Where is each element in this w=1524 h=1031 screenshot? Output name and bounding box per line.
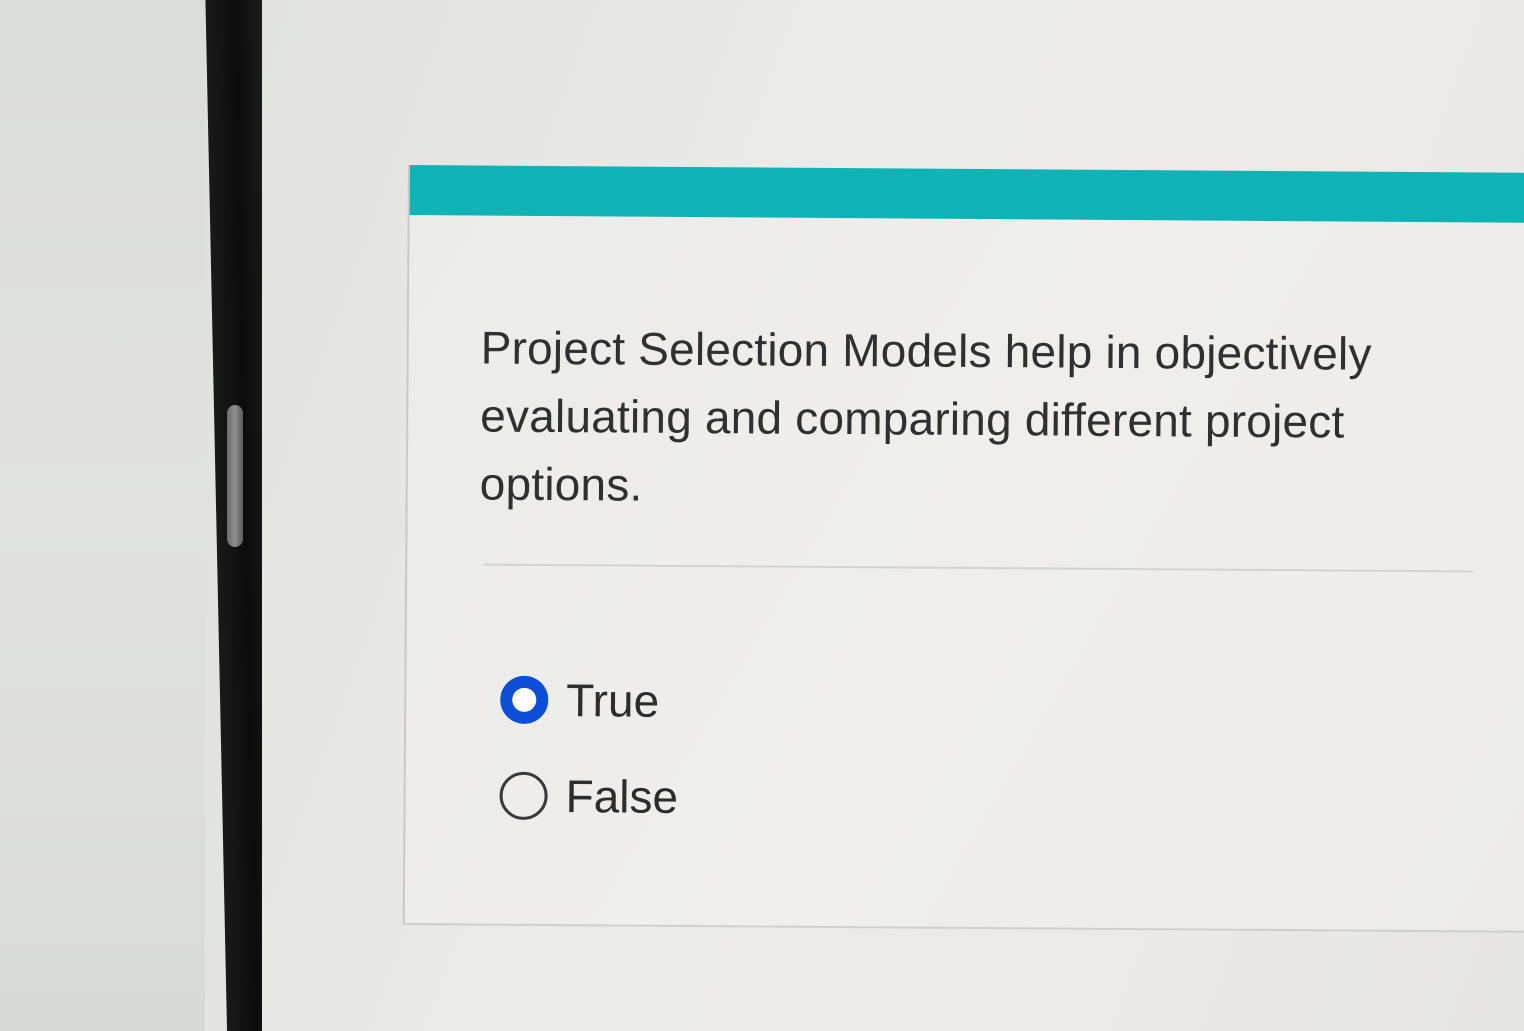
radio-selected-icon[interactable] [500, 675, 549, 724]
option-label: True [566, 674, 660, 727]
option-label: False [565, 770, 679, 823]
answer-options: True False [499, 652, 679, 845]
card-accent-bar [409, 165, 1524, 223]
radio-unselected-icon[interactable] [499, 771, 548, 820]
question-divider [483, 563, 1474, 573]
divider-handle[interactable] [227, 405, 243, 547]
option-false[interactable]: False [499, 748, 678, 845]
left-panel [0, 0, 205, 1031]
option-true[interactable]: True [500, 652, 679, 749]
screen: Project Selection Models help in objecti… [0, 0, 1524, 1031]
question-card: Project Selection Models help in objecti… [402, 165, 1524, 933]
question-text: Project Selection Models help in objecti… [479, 321, 1372, 511]
